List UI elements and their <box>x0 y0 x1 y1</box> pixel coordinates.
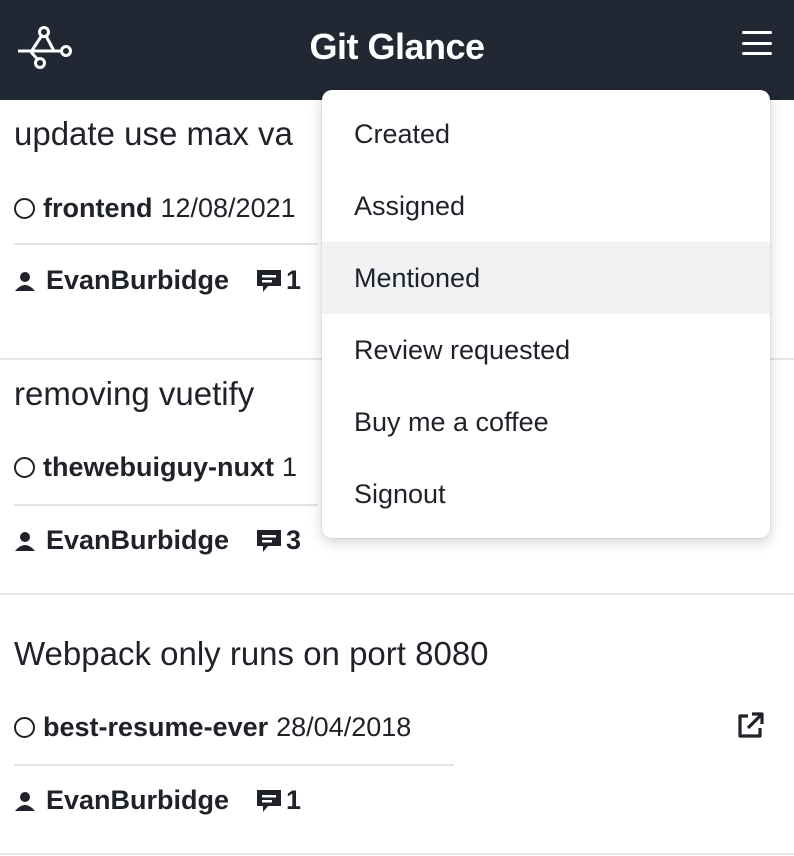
comment-icon <box>257 269 282 292</box>
divider <box>14 504 318 506</box>
person-icon <box>15 791 35 811</box>
issue-date: 1 <box>282 452 298 482</box>
issue-footer: EvanBurbidge 1 <box>14 785 301 816</box>
divider <box>14 764 454 766</box>
menu-item-mentioned[interactable]: Mentioned <box>322 242 770 314</box>
issue-date: 28/04/2018 <box>276 712 412 742</box>
app-title: Git Glance <box>309 26 485 67</box>
person-icon <box>15 531 35 551</box>
open-issue-icon <box>14 457 35 478</box>
repo-name: thewebuiguy-nuxt <box>43 452 274 482</box>
menu-item-assigned[interactable]: Assigned <box>322 170 770 242</box>
issue-title[interactable]: Webpack only runs on port 8080 <box>14 635 489 673</box>
issue-meta: best-resume-ever 28/04/2018 <box>14 712 411 743</box>
issue-footer: EvanBurbidge 3 <box>14 525 301 556</box>
menu-item-buy-me-a-coffee[interactable]: Buy me a coffee <box>322 386 770 458</box>
comment-count-value: 1 <box>286 785 302 815</box>
open-issue-icon <box>14 198 35 219</box>
open-issue-icon <box>14 717 35 738</box>
top-navbar: Git Glance <box>0 0 794 100</box>
comment-count: 1 <box>255 265 301 296</box>
divider <box>14 243 318 245</box>
hamburger-icon[interactable] <box>742 31 772 59</box>
comment-count-value: 3 <box>286 525 302 555</box>
author-name: EvanBurbidge <box>46 265 230 295</box>
issue-title[interactable]: update use max va <box>14 115 293 153</box>
issue-card[interactable]: Webpack only runs on port 8080 best-resu… <box>0 595 794 855</box>
issue-meta: thewebuiguy-nuxt 1 <box>14 452 297 483</box>
menu-item-review-requested[interactable]: Review requested <box>322 314 770 386</box>
comment-icon <box>257 529 282 552</box>
author-name: EvanBurbidge <box>46 525 230 555</box>
menu-item-signout[interactable]: Signout <box>322 458 770 530</box>
external-link-icon[interactable] <box>734 710 766 742</box>
menu-item-created[interactable]: Created <box>322 98 770 170</box>
comment-count: 3 <box>255 525 301 556</box>
comment-icon <box>257 789 282 812</box>
person-icon <box>15 271 35 291</box>
issue-date: 12/08/2021 <box>160 193 296 223</box>
nav-dropdown-menu: Created Assigned Mentioned Review reques… <box>322 90 770 538</box>
issue-title[interactable]: removing vuetify <box>14 375 254 413</box>
comment-count: 1 <box>255 785 301 816</box>
comment-count-value: 1 <box>286 265 302 295</box>
author-name: EvanBurbidge <box>46 785 230 815</box>
repo-name: frontend <box>43 193 153 223</box>
issue-footer: EvanBurbidge 1 <box>14 265 301 296</box>
issue-meta: frontend 12/08/2021 <box>14 193 296 224</box>
repo-name: best-resume-ever <box>43 712 269 742</box>
